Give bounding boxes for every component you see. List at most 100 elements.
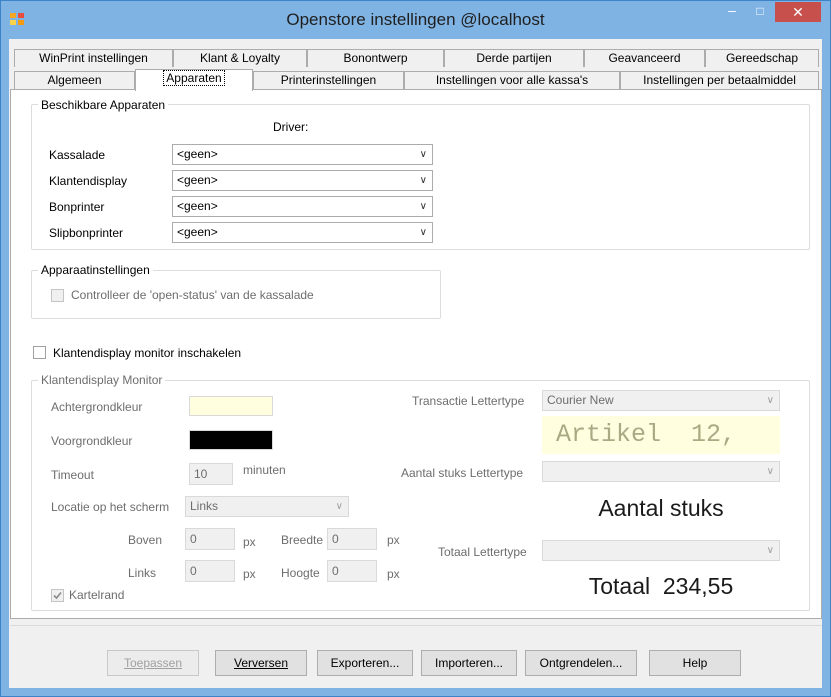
settings-window: Openstore instellingen @localhost – □ ✕ … — [0, 0, 831, 697]
width-unit: px — [387, 533, 400, 547]
slip-printer-label: Slipbonprinter — [49, 226, 124, 240]
left-label: Links — [128, 566, 157, 580]
receipt-printer-select[interactable]: <geen> ∨ — [172, 196, 433, 217]
enable-monitor-checkbox[interactable] — [33, 346, 46, 359]
device-settings-title: Apparaatinstellingen — [38, 263, 153, 277]
select-value: Links — [190, 499, 219, 513]
transaction-font-label: Transactie Lettertype — [412, 394, 525, 408]
border-label: Kartelrand — [69, 588, 125, 602]
help-button[interactable]: Help — [649, 650, 741, 676]
tab-label: Apparaten — [163, 70, 225, 86]
tab-derde-partijen[interactable]: Derde partijen — [444, 49, 584, 67]
width-input[interactable]: 0 — [327, 528, 377, 550]
cash-drawer-label: Kassalade — [49, 148, 106, 162]
tab-bonontwerp[interactable]: Bonontwerp — [307, 49, 444, 67]
top-input[interactable]: 0 — [185, 528, 235, 550]
apply-button[interactable]: Toepassen — [107, 650, 199, 676]
height-input[interactable]: 0 — [327, 560, 377, 582]
enable-monitor-label: Klantendisplay monitor inschakelen — [53, 346, 242, 360]
tab-apparaten[interactable]: Apparaten — [135, 69, 253, 91]
button-label: Exporteren... — [330, 656, 400, 670]
top-label: Boven — [128, 533, 163, 547]
close-button[interactable]: ✕ — [775, 2, 821, 22]
unlock-button[interactable]: Ontgrendelen... — [525, 650, 637, 676]
chevron-down-icon: ∨ — [766, 395, 774, 406]
available-devices-title: Beschikbare Apparaten — [38, 98, 169, 112]
button-label: Verversen — [233, 656, 289, 670]
import-button[interactable]: Importeren... — [421, 650, 517, 676]
title-bar[interactable]: Openstore instellingen @localhost – □ ✕ — [1, 1, 830, 39]
timeout-label: Timeout — [51, 468, 94, 482]
tab-label: Printerinstellingen — [280, 73, 377, 87]
chevron-down-icon: ∨ — [766, 545, 774, 556]
tab-instellingen-alle-kassas[interactable]: Instellingen voor alle kassa's — [404, 71, 620, 89]
window-border-left — [1, 39, 9, 690]
receipt-printer-label: Bonprinter — [49, 200, 105, 214]
button-label: Help — [682, 656, 708, 670]
count-font-label: Aantal stuks Lettertype — [401, 466, 524, 480]
select-value: <geen> — [177, 225, 218, 239]
height-unit: px — [387, 567, 400, 581]
select-value: Courier New — [547, 393, 614, 407]
tab-algemeen[interactable]: Algemeen — [14, 71, 135, 89]
cash-drawer-select[interactable]: <geen> ∨ — [172, 144, 433, 165]
export-button[interactable]: Exporteren... — [317, 650, 413, 676]
foreground-color-label: Voorgrondkleur — [51, 434, 133, 448]
tab-label: Instellingen voor alle kassa's — [435, 73, 589, 87]
window-border-bottom — [1, 688, 830, 696]
select-value: <geen> — [177, 199, 218, 213]
total-font-select[interactable]: ∨ — [542, 540, 780, 561]
chevron-down-icon: ∨ — [419, 175, 427, 186]
timeout-input[interactable]: 10 — [189, 463, 233, 485]
slip-printer-select[interactable]: <geen> ∨ — [172, 222, 433, 243]
transaction-preview: Artikel 12, — [542, 416, 780, 454]
tab-gereedschap[interactable]: Gereedschap — [705, 49, 819, 67]
customer-display-select[interactable]: <geen> ∨ — [172, 170, 433, 191]
window-title: Openstore instellingen @localhost — [286, 10, 545, 29]
left-input[interactable]: 0 — [185, 560, 235, 582]
select-value: <geen> — [177, 173, 218, 187]
chevron-down-icon: ∨ — [766, 466, 774, 477]
maximize-button[interactable]: □ — [747, 2, 773, 22]
button-label: Ontgrendelen... — [539, 656, 623, 670]
background-color-label: Achtergrondkleur — [51, 400, 143, 414]
button-label: Importeren... — [434, 656, 504, 670]
tab-label: Geavanceerd — [608, 51, 681, 65]
top-unit: px — [243, 535, 256, 549]
tab-printerinstellingen[interactable]: Printerinstellingen — [253, 71, 404, 89]
total-preview: Totaal 234,55 — [588, 573, 734, 599]
width-label: Breedte — [281, 533, 324, 547]
count-preview: Aantal stuks — [598, 495, 724, 521]
tab-label: Klant & Loyalty — [199, 51, 281, 65]
tab-geavanceerd[interactable]: Geavanceerd — [584, 49, 705, 67]
open-status-checkbox[interactable] — [51, 289, 64, 302]
tab-label: Instellingen per betaalmiddel — [643, 73, 796, 87]
open-status-label: Controlleer de 'open-status' van de kass… — [71, 288, 314, 302]
chevron-down-icon: ∨ — [335, 501, 343, 512]
location-select[interactable]: Links ∨ — [185, 496, 349, 517]
minimize-button[interactable]: – — [719, 2, 745, 22]
chevron-down-icon: ∨ — [419, 149, 427, 160]
border-checkbox[interactable] — [51, 589, 64, 602]
tab-label: WinPrint instellingen — [39, 51, 148, 65]
tab-winprint-instellingen[interactable]: WinPrint instellingen — [14, 49, 173, 67]
button-label: Toepassen — [123, 656, 183, 670]
location-label: Locatie op het scherm — [51, 500, 170, 514]
tab-label: Bonontwerp — [343, 51, 408, 65]
tab-klant-loyalty[interactable]: Klant & Loyalty — [173, 49, 307, 67]
background-color-swatch[interactable] — [189, 396, 273, 416]
total-font-label: Totaal Lettertype — [438, 545, 527, 559]
tab-instellingen-per-betaalmiddel[interactable]: Instellingen per betaalmiddel — [620, 71, 819, 89]
tab-label: Derde partijen — [476, 51, 552, 65]
driver-header: Driver: — [273, 120, 309, 134]
transaction-font-select[interactable]: Courier New ∨ — [542, 390, 780, 411]
height-label: Hoogte — [281, 566, 320, 580]
tab-label: Algemeen — [47, 73, 102, 87]
tab-page-apparaten: Beschikbare Apparaten Driver: Kassalade … — [10, 89, 822, 619]
foreground-color-swatch[interactable] — [189, 430, 273, 450]
count-font-select[interactable]: ∨ — [542, 461, 780, 482]
refresh-button[interactable]: Verversen — [215, 650, 307, 676]
chevron-down-icon: ∨ — [419, 201, 427, 212]
left-unit: px — [243, 567, 256, 581]
chevron-down-icon: ∨ — [419, 227, 427, 238]
